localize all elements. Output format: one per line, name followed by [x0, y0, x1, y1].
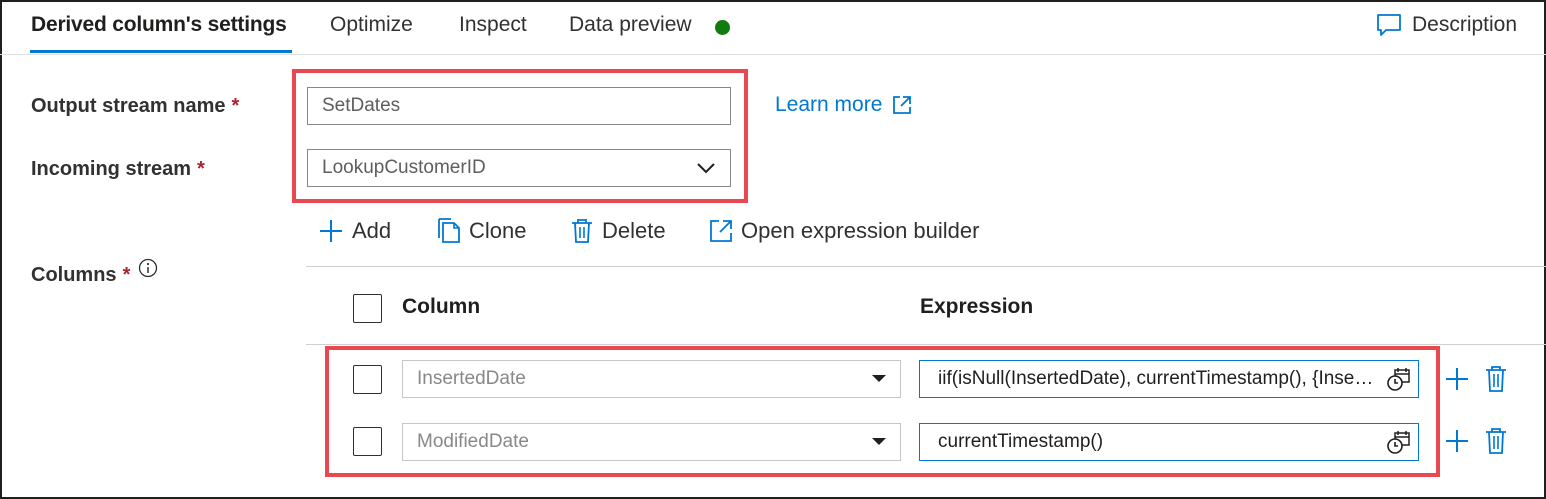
learn-more-text: Learn more — [775, 93, 883, 116]
add-row-icon[interactable] — [1444, 366, 1470, 392]
open-expression-builder-button[interactable]: Open expression builder — [709, 214, 979, 248]
header-divider — [306, 344, 1546, 345]
description-button[interactable]: Description — [1376, 10, 1517, 40]
caret-down-icon — [872, 438, 886, 445]
expression-value: currentTimestamp() — [938, 431, 1104, 452]
output-stream-label-text: Output stream name — [31, 95, 226, 117]
incoming-stream-label: Incoming stream * — [31, 158, 205, 181]
columns-label-text: Columns — [31, 264, 117, 286]
date-time-icon[interactable] — [1386, 367, 1412, 393]
chevron-down-icon — [696, 161, 716, 175]
column-select[interactable]: ModifiedDate — [402, 423, 901, 461]
comment-icon — [1376, 13, 1402, 37]
expression-header: Expression — [920, 295, 1034, 318]
incoming-stream-value: LookupCustomerID — [322, 157, 486, 178]
required-marker: * — [197, 158, 205, 180]
row-checkbox[interactable] — [353, 427, 382, 456]
date-time-icon[interactable] — [1386, 430, 1412, 456]
output-stream-input[interactable]: SetDates — [307, 87, 731, 125]
row-checkbox[interactable] — [353, 365, 382, 394]
tab-bar: Derived column's settings Optimize Inspe… — [0, 0, 1546, 55]
clone-button[interactable]: Clone — [437, 214, 526, 248]
incoming-stream-label-text: Incoming stream — [31, 158, 192, 180]
delete-button[interactable]: Delete — [570, 214, 666, 248]
expression-field[interactable]: iif(isNull(InsertedDate), currentTimesta… — [919, 360, 1419, 398]
tab-optimize[interactable]: Optimize — [330, 13, 413, 37]
active-tab-indicator — [30, 50, 292, 53]
output-stream-label: Output stream name * — [31, 95, 239, 118]
table-top-divider — [306, 266, 1546, 267]
delete-row-icon[interactable] — [1484, 365, 1508, 393]
info-icon[interactable] — [138, 258, 158, 278]
columns-label: Columns * — [31, 264, 130, 287]
column-select-value: InsertedDate — [417, 368, 526, 389]
clone-label: Clone — [469, 218, 527, 243]
add-button[interactable]: Add — [318, 214, 391, 248]
tab-label: Derived column's settings — [31, 13, 287, 36]
plus-icon — [318, 218, 344, 244]
column-select[interactable]: InsertedDate — [402, 360, 901, 398]
output-stream-value: SetDates — [322, 95, 401, 116]
add-label: Add — [352, 218, 392, 243]
required-marker: * — [231, 95, 240, 117]
add-row-icon[interactable] — [1444, 428, 1470, 454]
delete-label: Delete — [602, 218, 666, 243]
caret-down-icon — [872, 375, 886, 382]
tab-derived-column-settings[interactable]: Derived column's settings — [31, 13, 287, 37]
trash-icon — [570, 218, 594, 244]
open-builder-label: Open expression builder — [741, 218, 980, 243]
column-header: Column — [402, 295, 481, 318]
incoming-stream-dropdown[interactable]: LookupCustomerID — [307, 149, 731, 187]
external-link-icon — [892, 95, 912, 115]
data-preview-status-dot — [715, 20, 730, 35]
expression-value: iif(isNull(InsertedDate), currentTimesta… — [938, 368, 1374, 389]
required-marker: * — [122, 264, 131, 286]
tab-inspect[interactable]: Inspect — [459, 13, 527, 37]
description-label: Description — [1412, 13, 1518, 36]
select-all-checkbox[interactable] — [353, 294, 382, 323]
column-select-value: ModifiedDate — [417, 431, 529, 452]
expression-field[interactable]: currentTimestamp() — [919, 423, 1419, 461]
tab-data-preview[interactable]: Data preview — [569, 13, 692, 37]
delete-row-icon[interactable] — [1484, 427, 1508, 455]
copy-icon — [437, 218, 461, 244]
external-link-icon — [709, 219, 733, 243]
learn-more-link[interactable]: Learn more — [775, 93, 912, 117]
